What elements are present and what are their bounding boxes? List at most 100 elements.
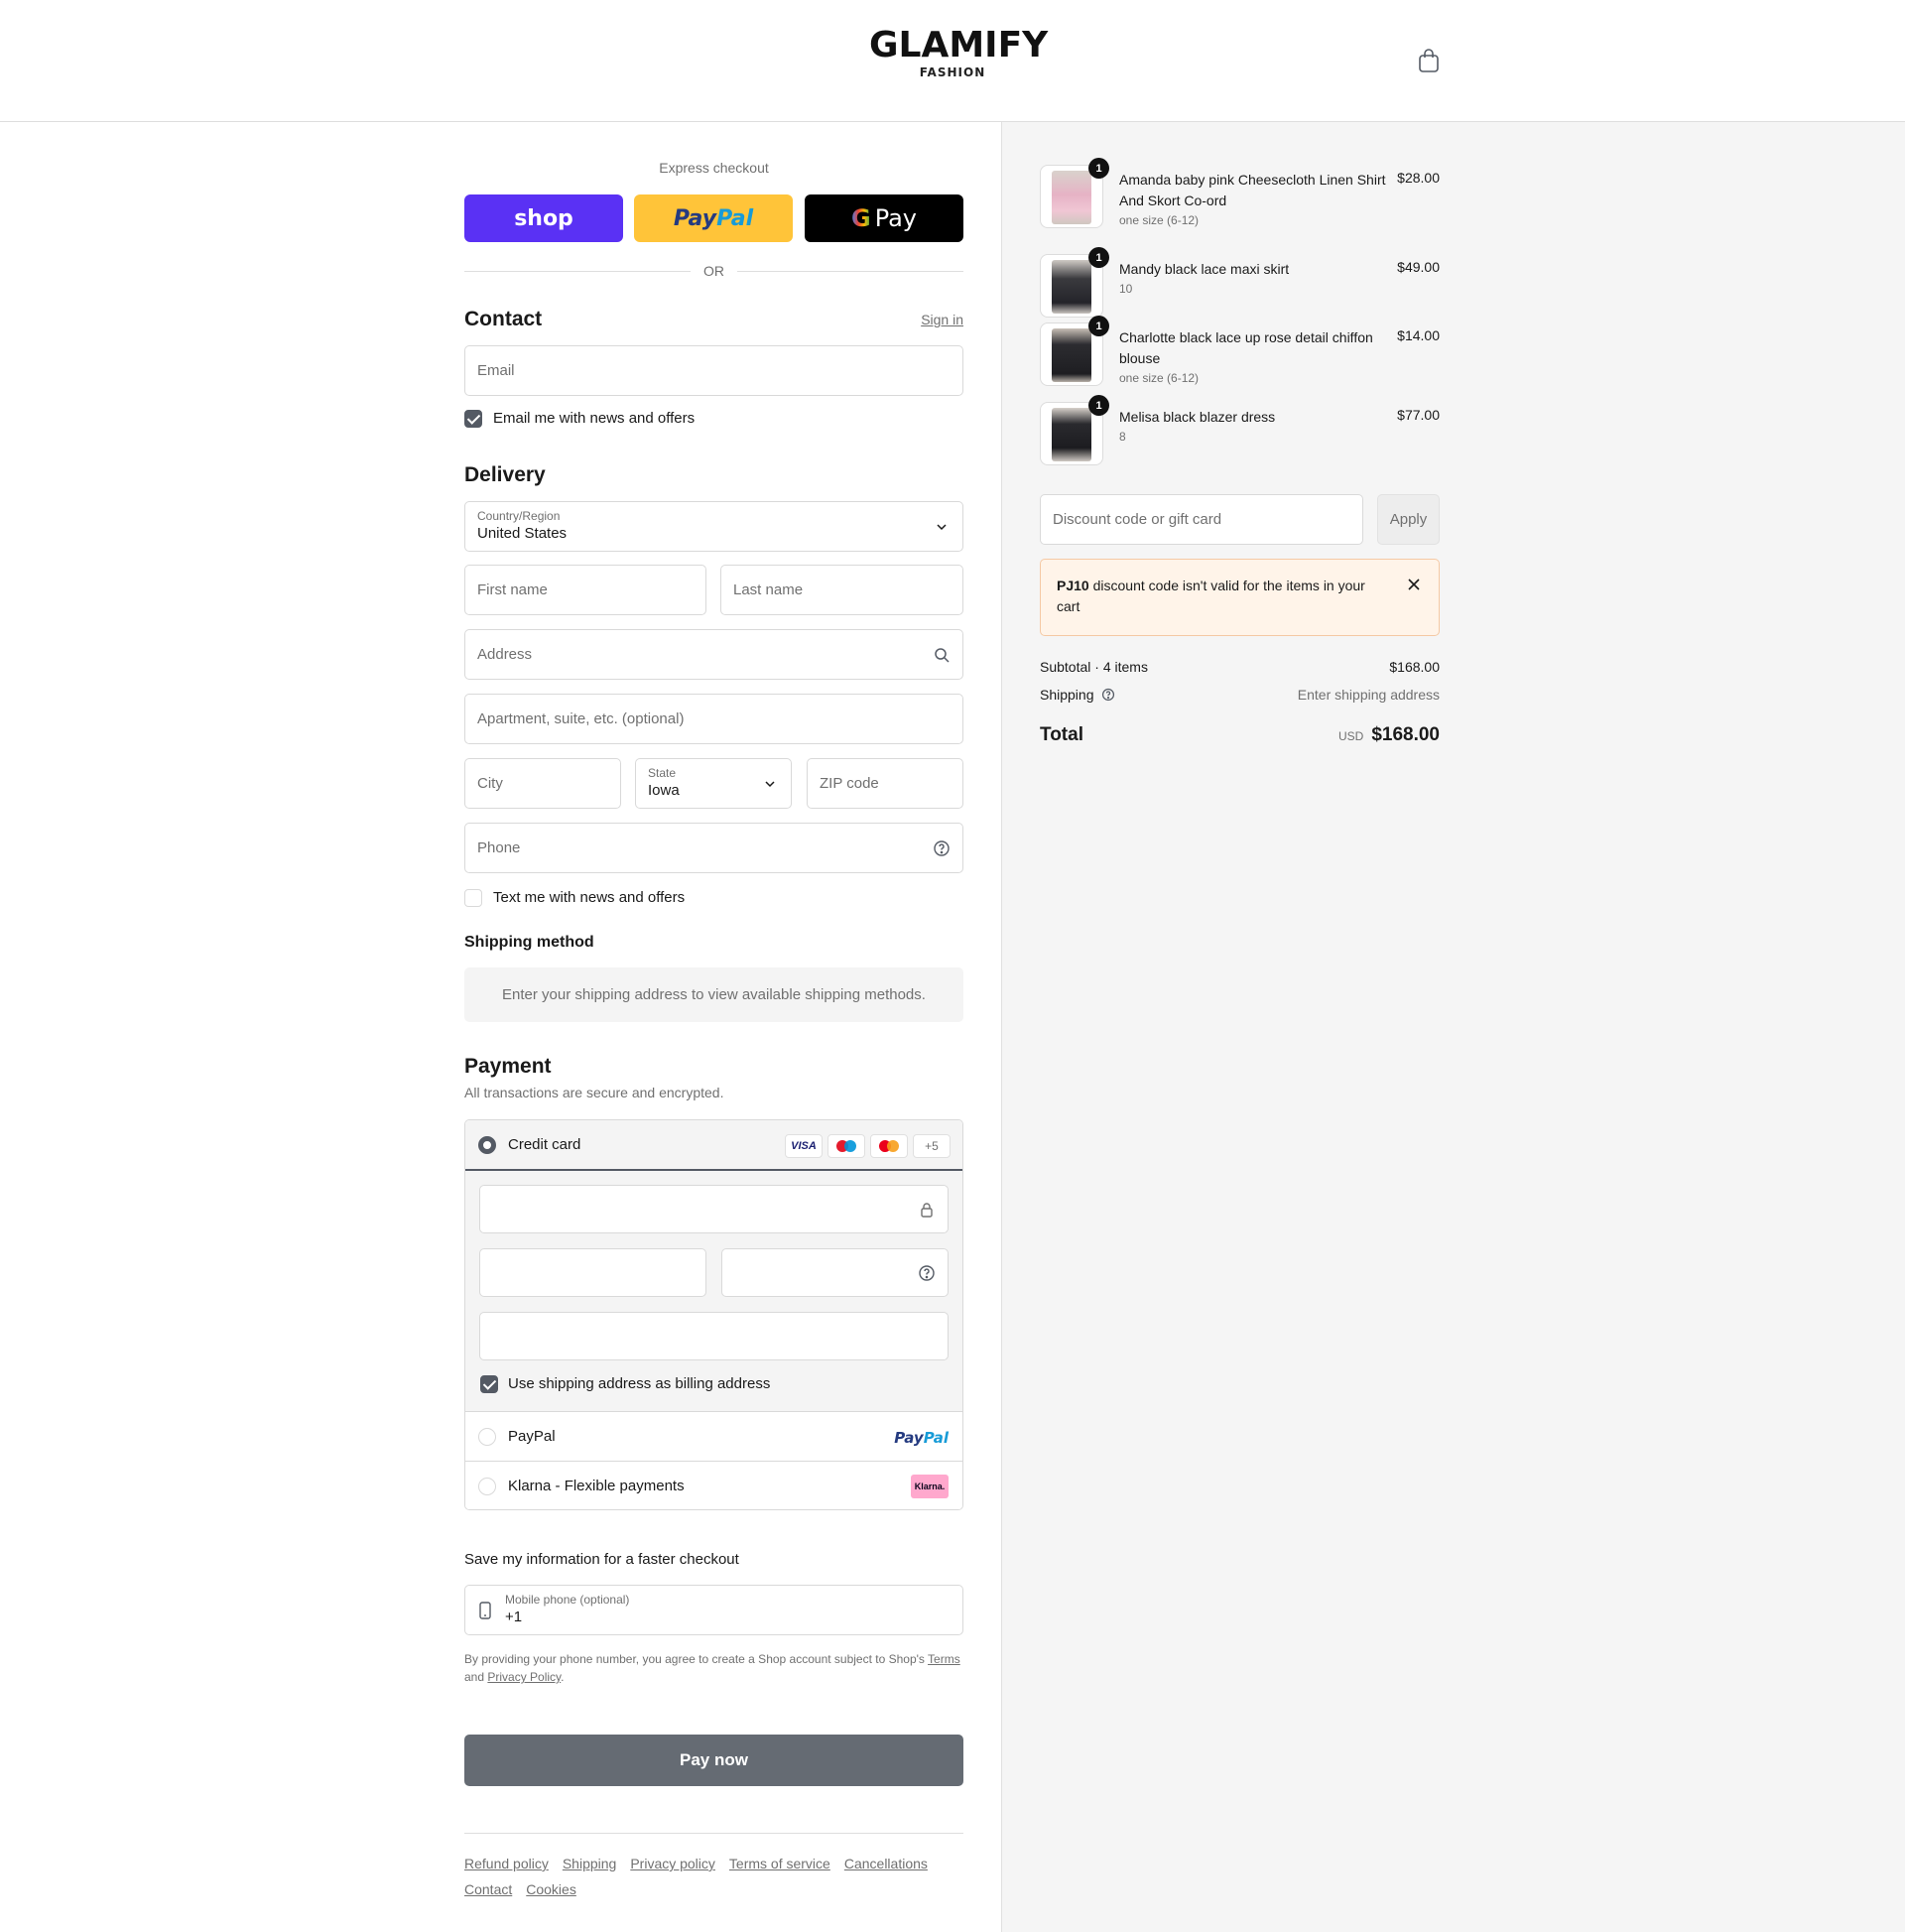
contact-link[interactable]: Contact: [464, 1876, 512, 1902]
terms-of-service-link[interactable]: Terms of service: [729, 1851, 830, 1876]
brand-logo[interactable]: GLAMIFY FASHION: [869, 25, 1049, 80]
google-pay-label: Pay: [874, 204, 917, 232]
help-icon[interactable]: [918, 1264, 936, 1282]
shipping-policy-link[interactable]: Shipping: [563, 1851, 617, 1876]
product-info: Mandy black lace maxi skirt 10: [1119, 259, 1387, 298]
lock-icon: [921, 1203, 933, 1218]
shop-pay-button[interactable]: shop: [464, 194, 623, 242]
paypal-express-button[interactable]: Pay Pal: [634, 194, 793, 242]
product-image: [1052, 408, 1091, 461]
shopping-bag-icon[interactable]: [1417, 48, 1441, 73]
city-field[interactable]: City: [464, 758, 621, 809]
privacy-policy-link[interactable]: Privacy policy: [630, 1851, 715, 1876]
line-item: 1 Charlotte black lace up rose detail ch…: [1040, 316, 1440, 387]
shop-legal-text: By providing your phone number, you agre…: [464, 1650, 963, 1686]
search-icon: [935, 648, 950, 663]
credit-card-option[interactable]: Credit card VISA +5: [465, 1120, 962, 1171]
phone-field[interactable]: Phone: [464, 823, 963, 873]
product-image: [1052, 328, 1091, 382]
product-price: $28.00: [1397, 170, 1440, 186]
save-info-heading: Save my information for a faster checkou…: [464, 1551, 739, 1568]
sign-in-link[interactable]: Sign in: [921, 312, 963, 327]
address-field[interactable]: Address: [464, 629, 963, 680]
text-news-checkbox[interactable]: [464, 889, 482, 907]
email-news-checkbox[interactable]: [464, 410, 482, 428]
name-on-card-field[interactable]: [479, 1312, 949, 1360]
city-placeholder: City: [477, 775, 503, 792]
chevron-down-icon: [765, 781, 775, 788]
order-summary-panel: [1001, 122, 1905, 1932]
product-variant: 10: [1119, 282, 1133, 296]
state-select[interactable]: State Iowa: [635, 758, 792, 809]
maestro-icon: [827, 1134, 865, 1158]
product-price: $49.00: [1397, 259, 1440, 275]
shipping-value: Enter shipping address: [1297, 687, 1440, 703]
credit-card-form: Use shipping address as billing address: [465, 1171, 962, 1411]
paypal-label: PayPal: [508, 1428, 556, 1445]
payment-heading: Payment: [464, 1055, 552, 1078]
close-icon[interactable]: [1407, 578, 1421, 591]
card-number-field[interactable]: [479, 1185, 949, 1233]
product-price: $77.00: [1397, 407, 1440, 423]
google-pay-button[interactable]: G Pay: [805, 194, 963, 242]
express-checkout-label: Express checkout: [659, 160, 769, 176]
product-thumbnail: 1: [1040, 316, 1109, 386]
billing-address-label: Use shipping address as billing address: [508, 1375, 771, 1392]
first-name-field[interactable]: First name: [464, 565, 706, 615]
klarna-option[interactable]: Klarna - Flexible payments Klarna.: [465, 1461, 962, 1509]
help-icon[interactable]: [1101, 688, 1115, 702]
total-value: $168.00: [1371, 724, 1440, 745]
paypal-logo-part2: Pal: [716, 205, 754, 231]
refund-policy-link[interactable]: Refund policy: [464, 1851, 549, 1876]
shop-privacy-link[interactable]: Privacy Policy: [487, 1670, 561, 1684]
google-g-icon: G: [850, 204, 871, 232]
klarna-radio[interactable]: [478, 1478, 496, 1495]
product-info: Charlotte black lace up rose detail chif…: [1119, 327, 1387, 387]
zip-field[interactable]: ZIP code: [807, 758, 963, 809]
apartment-placeholder: Apartment, suite, etc. (optional): [477, 710, 685, 727]
credit-card-radio[interactable]: [478, 1136, 496, 1154]
paypal-option[interactable]: PayPal PayPal: [465, 1411, 962, 1461]
total-currency: USD: [1337, 729, 1364, 743]
visa-icon: VISA: [785, 1134, 823, 1158]
discount-error-text: discount code isn't valid for the items …: [1057, 578, 1365, 614]
cookies-link[interactable]: Cookies: [526, 1876, 576, 1902]
shop-terms-link[interactable]: Terms: [928, 1652, 960, 1666]
product-name: Melisa black blazer dress: [1119, 409, 1276, 425]
help-icon[interactable]: [933, 839, 951, 857]
chevron-down-icon: [937, 524, 947, 531]
shipping-label-wrap: Shipping: [1040, 687, 1115, 703]
expiration-field[interactable]: [479, 1248, 706, 1297]
security-code-field[interactable]: [721, 1248, 949, 1297]
shipping-method-heading: Shipping method: [464, 934, 594, 951]
apartment-field[interactable]: Apartment, suite, etc. (optional): [464, 694, 963, 744]
brand-name: GLAMIFY: [869, 25, 1049, 65]
discount-code-input[interactable]: Discount code or gift card: [1040, 494, 1363, 545]
cancellations-link[interactable]: Cancellations: [844, 1851, 928, 1876]
quantity-badge: 1: [1088, 316, 1109, 336]
pay-now-button[interactable]: Pay now: [464, 1735, 963, 1786]
billing-address-checkbox[interactable]: [480, 1375, 498, 1393]
apply-discount-button[interactable]: Apply: [1377, 494, 1440, 545]
brand-sub: FASHION: [919, 65, 986, 79]
legal-and: and: [464, 1670, 485, 1684]
line-item: 1 Amanda baby pink Cheesecloth Linen Shi…: [1040, 158, 1440, 229]
paypal-radio[interactable]: [478, 1428, 496, 1446]
last-name-field[interactable]: Last name: [720, 565, 963, 615]
country-value: United States: [477, 525, 568, 542]
country-select[interactable]: Country/Region United States: [464, 501, 963, 552]
line-item: 1 Mandy black lace maxi skirt 10 $49.00: [1040, 247, 1440, 318]
email-field[interactable]: Email: [464, 345, 963, 396]
product-info: Amanda baby pink Cheesecloth Linen Shirt…: [1119, 170, 1387, 229]
shipping-label: Shipping: [1040, 687, 1094, 703]
last-name-placeholder: Last name: [733, 581, 804, 598]
shipping-method-note: Enter your shipping address to view avai…: [464, 967, 963, 1022]
discount-error-alert: PJ10 discount code isn't valid for the i…: [1040, 559, 1440, 636]
product-price: $14.00: [1397, 327, 1440, 343]
more-cards-badge: +5: [913, 1134, 951, 1158]
klarna-label: Klarna - Flexible payments: [508, 1478, 685, 1494]
mobile-phone-field[interactable]: Mobile phone (optional) +1: [464, 1585, 963, 1635]
product-thumbnail: 1: [1040, 158, 1109, 228]
legal-suffix: .: [561, 1670, 565, 1684]
text-news-label: Text me with news and offers: [493, 889, 686, 906]
